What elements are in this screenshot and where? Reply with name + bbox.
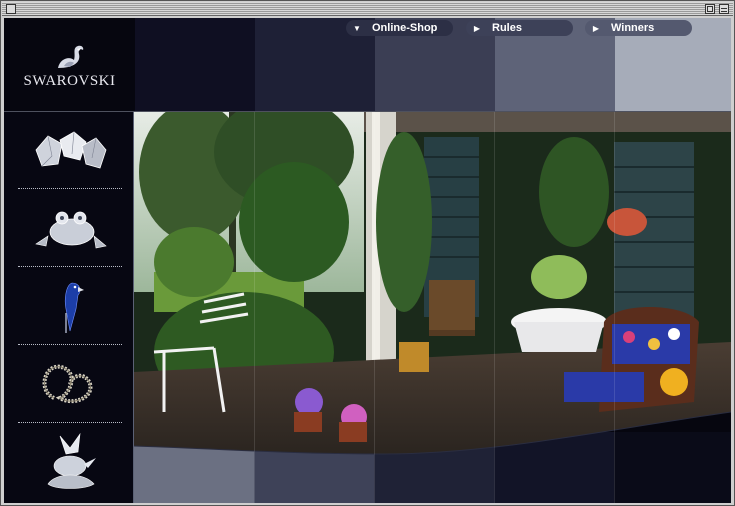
sidebar-item-crystal-jewelry[interactable] xyxy=(18,354,122,416)
header: SWAROVSKI ▼ Online-Shop ▶ Rules ▶ Winner… xyxy=(4,18,731,111)
hero-garden-photo xyxy=(134,112,731,503)
band-stripe xyxy=(254,112,255,503)
triangle-right-icon: ▶ xyxy=(592,23,600,33)
crystal-parrot-icon xyxy=(64,282,84,333)
triangle-down-icon: ▼ xyxy=(353,23,361,33)
sidebar-divider xyxy=(18,266,122,267)
nav-rules-button[interactable]: ▶ Rules xyxy=(466,20,573,36)
triangle-right-icon: ▶ xyxy=(473,23,481,33)
nav-online-shop-label: Online-Shop xyxy=(372,22,438,34)
crystal-cluster-icon xyxy=(35,131,107,169)
nav-winners-button[interactable]: ▶ Winners xyxy=(585,20,692,36)
crystal-jewelry-icon xyxy=(42,364,93,404)
sidebar-item-crystal-bird-figure[interactable] xyxy=(18,430,122,492)
sidebar-divider xyxy=(18,422,122,423)
nav-online-shop-button[interactable]: ▼ Online-Shop xyxy=(346,20,453,36)
window-titlebar[interactable] xyxy=(2,2,733,16)
collapse-box-icon[interactable] xyxy=(719,4,729,14)
sidebar-divider xyxy=(18,188,122,189)
brand-name: SWAROVSKI xyxy=(23,73,116,89)
close-box-icon[interactable] xyxy=(6,4,16,14)
browser-window: SWAROVSKI ▼ Online-Shop ▶ Rules ▶ Winner… xyxy=(0,0,735,506)
band-stripe xyxy=(494,112,495,503)
nav-rules-label: Rules xyxy=(492,22,522,34)
band-stripe xyxy=(374,112,375,503)
garden-patio-photo xyxy=(134,112,731,503)
zoom-box-icon[interactable] xyxy=(705,4,715,14)
top-navigation: ▼ Online-Shop ▶ Rules ▶ Winners xyxy=(4,20,731,38)
crystal-frog-icon xyxy=(35,211,107,249)
crystal-bird-figure-icon xyxy=(47,432,96,489)
sidebar-item-crystal-cluster[interactable] xyxy=(18,120,122,182)
nav-winners-label: Winners xyxy=(611,22,655,34)
sidebar-divider xyxy=(18,344,122,345)
band-stripe xyxy=(614,112,615,503)
swan-logo-icon xyxy=(58,45,84,68)
page-content: SWAROVSKI ▼ Online-Shop ▶ Rules ▶ Winner… xyxy=(4,18,731,503)
product-sidebar xyxy=(4,112,133,503)
sidebar-item-crystal-frog[interactable] xyxy=(18,198,122,260)
sidebar-item-crystal-parrot[interactable] xyxy=(18,276,122,338)
